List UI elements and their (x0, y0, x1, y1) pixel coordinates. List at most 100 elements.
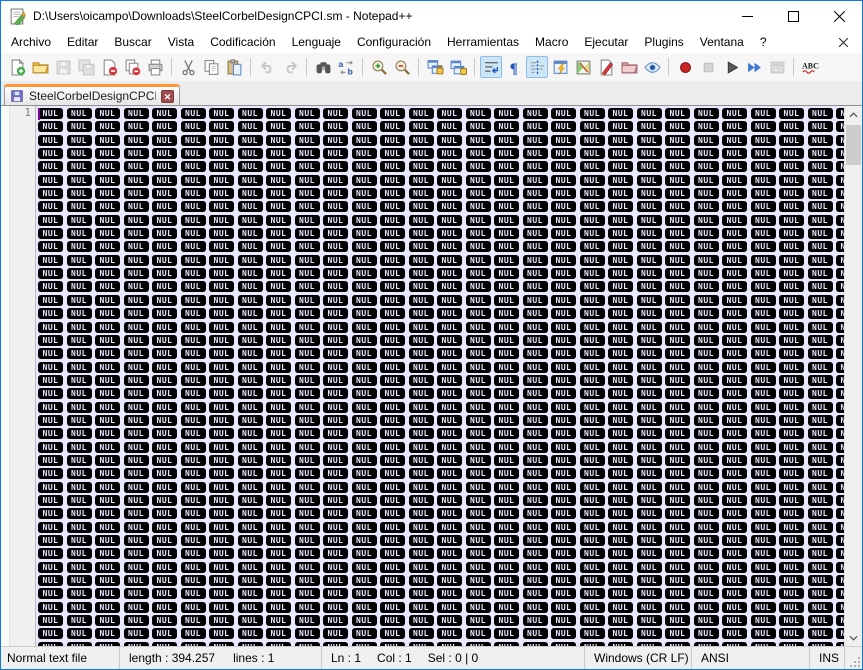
nul-badge: NUL (722, 361, 747, 373)
menu-item-codificacion[interactable]: Codificación (202, 32, 283, 52)
close-all-docs-button[interactable] (121, 56, 143, 78)
nul-badge: NUL (750, 508, 776, 520)
paste-button[interactable] (223, 56, 245, 78)
nul-badge: NUL (66, 548, 92, 560)
function-list-button[interactable] (572, 56, 594, 78)
print-button[interactable] (144, 56, 166, 78)
find-button[interactable] (312, 56, 334, 78)
minimize-button[interactable] (724, 1, 770, 31)
maximize-button[interactable] (770, 1, 816, 31)
nul-badge: NUL (465, 268, 491, 280)
nul-badge: NUL (522, 601, 548, 613)
replace-button[interactable]: ab (335, 56, 357, 78)
toolbar-separator (362, 58, 363, 76)
open-folder-button[interactable] (29, 56, 51, 78)
nul-badge: NUL (608, 321, 633, 333)
menu-item-macro[interactable]: Macro (527, 32, 576, 52)
doc-edit-button[interactable] (595, 56, 617, 78)
nul-badge: NUL (152, 468, 177, 480)
nul-badge: NUL (608, 201, 633, 213)
monitoring-eye-button[interactable] (641, 56, 663, 78)
show-all-characters-button[interactable]: ¶ (503, 56, 525, 78)
nul-badge: NUL (380, 575, 405, 587)
nul-badge: NUL (95, 641, 120, 646)
nul-badge: NUL (465, 161, 491, 173)
nul-badge: NUL (237, 334, 263, 346)
nul-badge: NUL (551, 481, 576, 493)
zoom-in-button[interactable] (368, 56, 390, 78)
doc-map-button[interactable] (549, 56, 571, 78)
tab-close-button[interactable]: ✕ (161, 89, 174, 103)
zoom-out-button[interactable] (391, 56, 413, 78)
status-insert-mode[interactable]: INS (809, 647, 844, 669)
menu-item-help[interactable]: ? (752, 32, 775, 52)
close-button[interactable] (816, 1, 862, 31)
menu-item-ventana[interactable]: Ventana (692, 32, 752, 52)
nul-badge: NUL (465, 214, 491, 226)
nul-badge: NUL (323, 615, 348, 627)
nul-badge: NUL (722, 468, 747, 480)
menu-item-ejecutar[interactable]: Ejecutar (576, 32, 636, 52)
menu-item-herramientas[interactable]: Herramientas (439, 32, 527, 52)
nul-badge: NUL (750, 201, 776, 213)
copy-button[interactable] (200, 56, 222, 78)
cut-button[interactable] (177, 56, 199, 78)
nul-badge: NUL (465, 348, 491, 360)
menubar-close-button[interactable] (836, 35, 850, 49)
nul-badge: NUL (380, 548, 405, 560)
macro-play-button[interactable] (720, 56, 742, 78)
menu-item-buscar[interactable]: Buscar (106, 32, 159, 52)
nul-badge: NUL (665, 268, 690, 280)
scroll-up-arrow-icon[interactable] (845, 106, 862, 123)
nul-badge: NUL (266, 348, 291, 360)
nul-badge: NUL (323, 108, 348, 119)
status-eol-format[interactable]: Windows (CR LF) (584, 647, 691, 669)
menu-item-lenguaje[interactable]: Lenguaje (284, 32, 349, 52)
resize-grip[interactable] (844, 647, 862, 669)
menu-item-vista[interactable]: Vista (160, 32, 202, 52)
editor-text-row: NULNULNULNULNULNULNULNULNULNULNULNULNULN… (38, 441, 844, 454)
nul-badge: NUL (266, 214, 291, 226)
nul-badge: NUL (123, 361, 149, 373)
macro-record-button[interactable] (674, 56, 696, 78)
menu-item-editar[interactable]: Editar (59, 32, 106, 52)
sync-scroll-vertical-button[interactable] (424, 56, 446, 78)
nul-badge: NUL (750, 268, 776, 280)
close-doc-button[interactable] (98, 56, 120, 78)
scroll-down-arrow-icon[interactable] (845, 629, 862, 646)
nul-badge: NUL (465, 201, 491, 213)
nul-badge: NUL (465, 321, 491, 333)
nul-badge: NUL (750, 134, 776, 146)
nul-badge: NUL (836, 228, 844, 240)
vertical-scrollbar[interactable] (844, 106, 862, 646)
title-bar[interactable]: D:\Users\oicampo\Downloads\SteelCorbelDe… (1, 1, 862, 31)
nul-badge: NUL (351, 268, 377, 280)
nul-badge: NUL (551, 201, 576, 213)
nul-badge: NUL (636, 321, 662, 333)
menu-item-archivo[interactable]: Archivo (3, 32, 59, 52)
nul-badge: NUL (608, 374, 633, 386)
nul-badge: NUL (522, 188, 548, 200)
text-editor[interactable]: NUL NUL NUL NUL NUL NUL NUL NUL NUL NUL NUL NUL NUL N… (36, 106, 844, 646)
bookmark-margin[interactable] (1, 106, 10, 646)
sync-scroll-horizontal-button[interactable] (447, 56, 469, 78)
folder-workspace-button[interactable] (618, 56, 640, 78)
nul-badge: NUL (608, 281, 633, 293)
nul-badge: NUL (180, 108, 206, 119)
nul-badge: NUL (323, 148, 348, 160)
menu-item-configuracion[interactable]: Configuración (349, 32, 439, 52)
nul-badge: NUL (551, 308, 576, 320)
nul-badge: NUL (779, 241, 804, 253)
macro-run-multiple-button[interactable] (743, 56, 765, 78)
nul-badge: NUL (209, 361, 234, 373)
menu-item-plugins[interactable]: Plugins (636, 32, 691, 52)
spell-check-button[interactable]: ABC (799, 56, 821, 78)
scrollbar-thumb[interactable] (846, 125, 861, 165)
nul-badge: NUL (38, 348, 63, 360)
nul-badge: NUL (123, 428, 149, 440)
new-file-button[interactable] (6, 56, 28, 78)
status-encoding[interactable]: ANSI (691, 647, 809, 669)
word-wrap-button[interactable] (480, 56, 502, 78)
indent-guide-button[interactable] (526, 56, 548, 78)
tab-steelcorbeldesigncpci[interactable]: SteelCorbelDesignCPCI.sm ✕ (4, 84, 180, 105)
